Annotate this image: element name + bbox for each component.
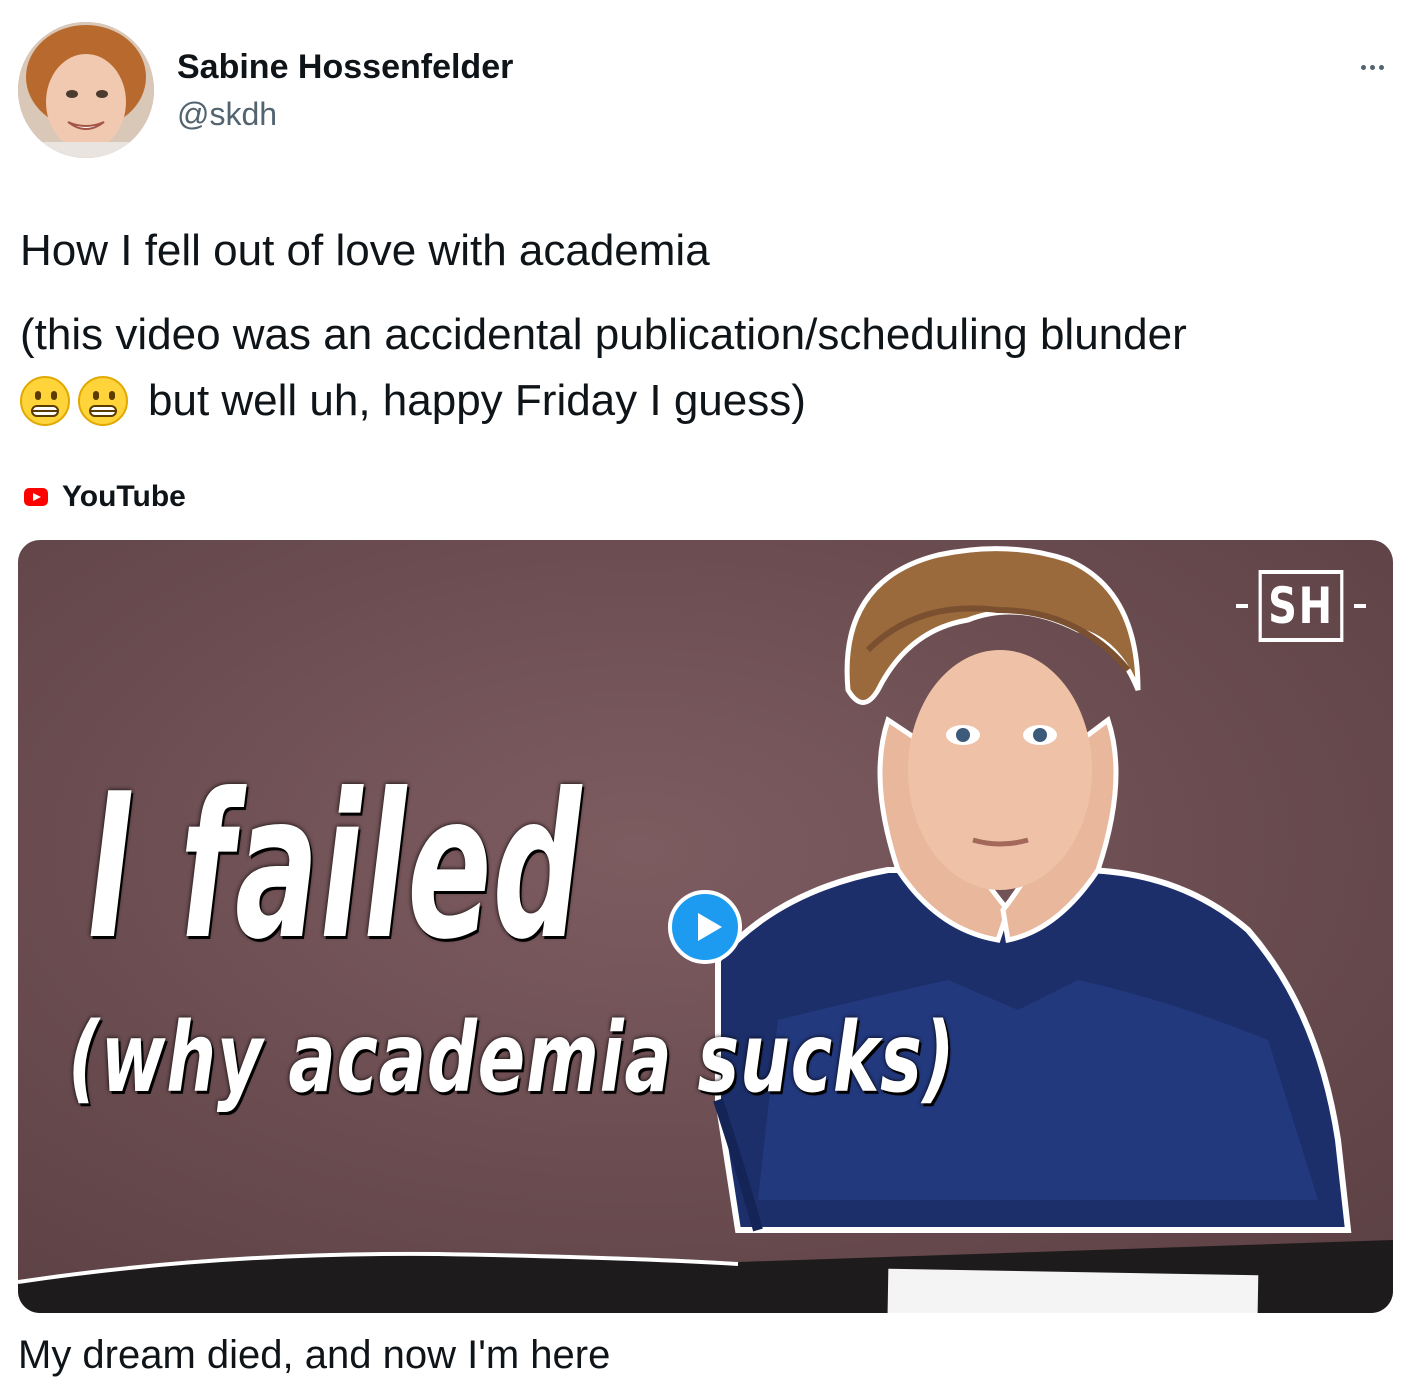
- more-dot: [1378, 64, 1384, 70]
- logo-bar: [1353, 604, 1366, 608]
- tweet-text-line-2: (this video was an accidental publicatio…: [20, 310, 1187, 359]
- link-source-label: YouTube: [62, 480, 186, 513]
- emoji-eye: [51, 391, 57, 400]
- tweet-text-line-1: How I fell out of love with academia: [20, 226, 710, 275]
- video-thumbnail-card[interactable]: I failed (why academia sucks) SH: [18, 540, 1393, 1313]
- author-handle[interactable]: @skdh: [177, 96, 277, 133]
- more-dot: [1369, 64, 1375, 70]
- more-dot: [1360, 64, 1366, 70]
- emoji-eye: [109, 391, 115, 400]
- emoji-mouth: [89, 405, 117, 417]
- thumbnail-subline: (why academia sucks): [68, 1002, 956, 1114]
- emoji-mouth: [31, 405, 59, 417]
- youtube-icon: [24, 488, 48, 506]
- link-card-title[interactable]: My dream died, and now I'm here: [18, 1333, 610, 1378]
- grimacing-face-icon: [78, 376, 128, 426]
- emoji-eye: [35, 391, 41, 400]
- logo-bar: [1236, 604, 1249, 608]
- more-options-icon[interactable]: [1352, 52, 1392, 82]
- thumbnail-headline: I failed: [88, 751, 583, 984]
- emoji-eye: [93, 391, 99, 400]
- author-avatar[interactable]: [18, 22, 154, 158]
- tweet-text-line-3: but well uh, happy Friday I guess): [20, 374, 806, 428]
- author-name[interactable]: Sabine Hossenfelder: [177, 48, 513, 87]
- play-icon[interactable]: [668, 890, 742, 964]
- tweet-text-line-3-text: but well uh, happy Friday I guess): [148, 376, 806, 425]
- avatar-photo: [18, 22, 154, 158]
- channel-logo: SH: [1236, 566, 1366, 646]
- channel-logo-text: SH: [1258, 570, 1344, 642]
- grimacing-face-icon: [20, 376, 70, 426]
- link-source[interactable]: YouTube: [24, 480, 186, 514]
